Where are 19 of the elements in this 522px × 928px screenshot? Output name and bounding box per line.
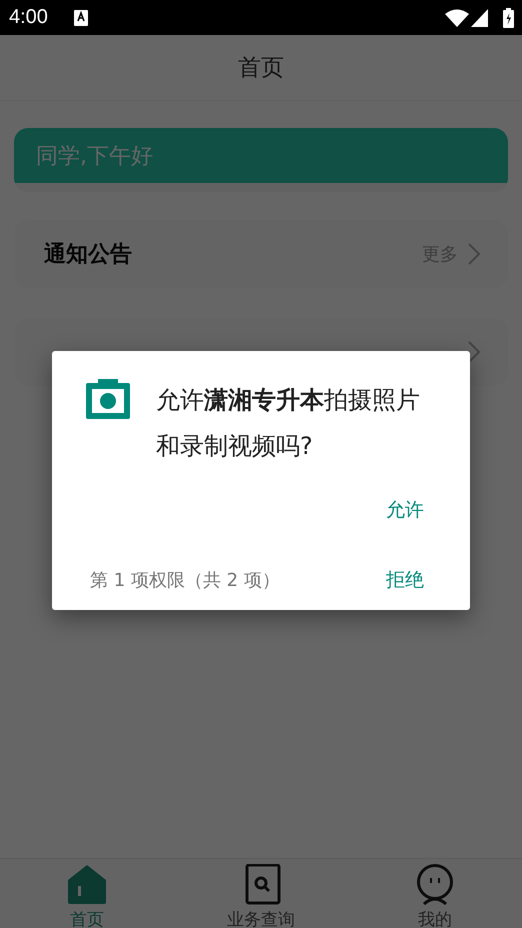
- section-title: 通知公告: [44, 241, 133, 269]
- home-icon: [67, 864, 107, 905]
- signal-icon: [471, 8, 488, 26]
- chevron-right-icon: [468, 341, 480, 363]
- clock: 4:00: [9, 6, 48, 29]
- keyboard-notification-icon: [74, 10, 88, 26]
- permission-counter: 第 1 项权限（共 2 项）: [90, 569, 280, 592]
- greeting-text: 同学,下午好: [36, 142, 153, 170]
- wifi-icon: [445, 8, 469, 26]
- allow-button[interactable]: 允许: [380, 493, 430, 527]
- permission-message: 允许潇湘专升本拍摄照片和录制视频吗?: [156, 385, 421, 462]
- chevron-right-icon: [468, 243, 480, 265]
- nav-tab[interactable]: 业务查询: [186, 859, 336, 928]
- deny-button[interactable]: 拒绝: [380, 563, 430, 597]
- nav-tab[interactable]: 首页: [12, 859, 162, 928]
- battery-charging-icon: [503, 8, 514, 28]
- nav-tab[interactable]: 我的: [360, 859, 510, 928]
- face-icon: [415, 864, 455, 905]
- camera-icon: [86, 379, 130, 419]
